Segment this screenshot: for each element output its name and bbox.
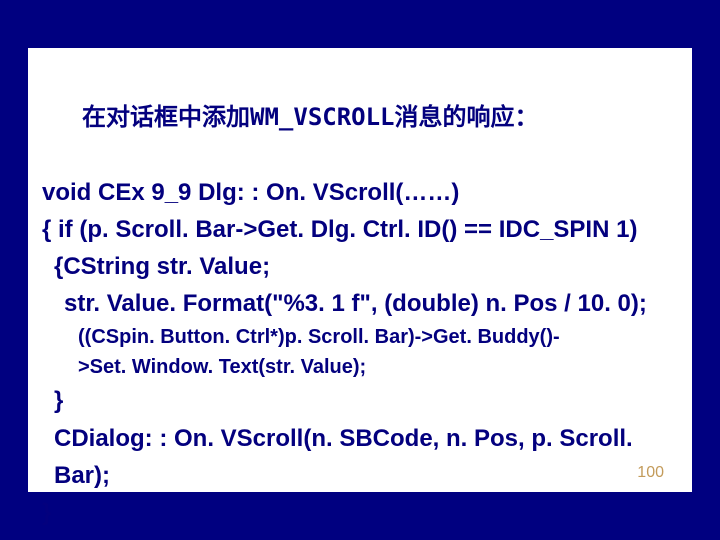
code-content-box: 在对话框中添加WM_VSCROLL消息的响应： void CEx 9_9 Dlg… [28,48,692,492]
title-suffix: 消息的响应： [395,104,539,131]
title-line: 在对话框中添加WM_VSCROLL消息的响应： [42,62,678,174]
code-line-6: } [42,382,678,419]
slide: 在对话框中添加WM_VSCROLL消息的响应： void CEx 9_9 Dlg… [0,0,720,540]
code-line-5a: ((CSpin. Button. Ctrl*)p. Scroll. Bar)->… [42,322,678,352]
code-line-1: void CEx 9_9 Dlg: : On. VScroll(……) [42,174,678,211]
page-number: 100 [637,464,664,482]
title-prefix: 在对话框中添加 [82,104,250,131]
code-line-2: { if (p. Scroll. Bar->Get. Dlg. Ctrl. ID… [42,211,678,248]
wm-vscroll-text: WM_VSCROLL [250,103,395,131]
code-line-4: str. Value. Format("%3. 1 f", (double) n… [42,285,678,322]
code-line-8: } [42,494,678,531]
code-line-3: {CString str. Value; [42,248,678,285]
code-line-7: CDialog: : On. VScroll(n. SBCode, n. Pos… [42,420,678,494]
code-line-5b: >Set. Window. Text(str. Value); [42,352,678,382]
